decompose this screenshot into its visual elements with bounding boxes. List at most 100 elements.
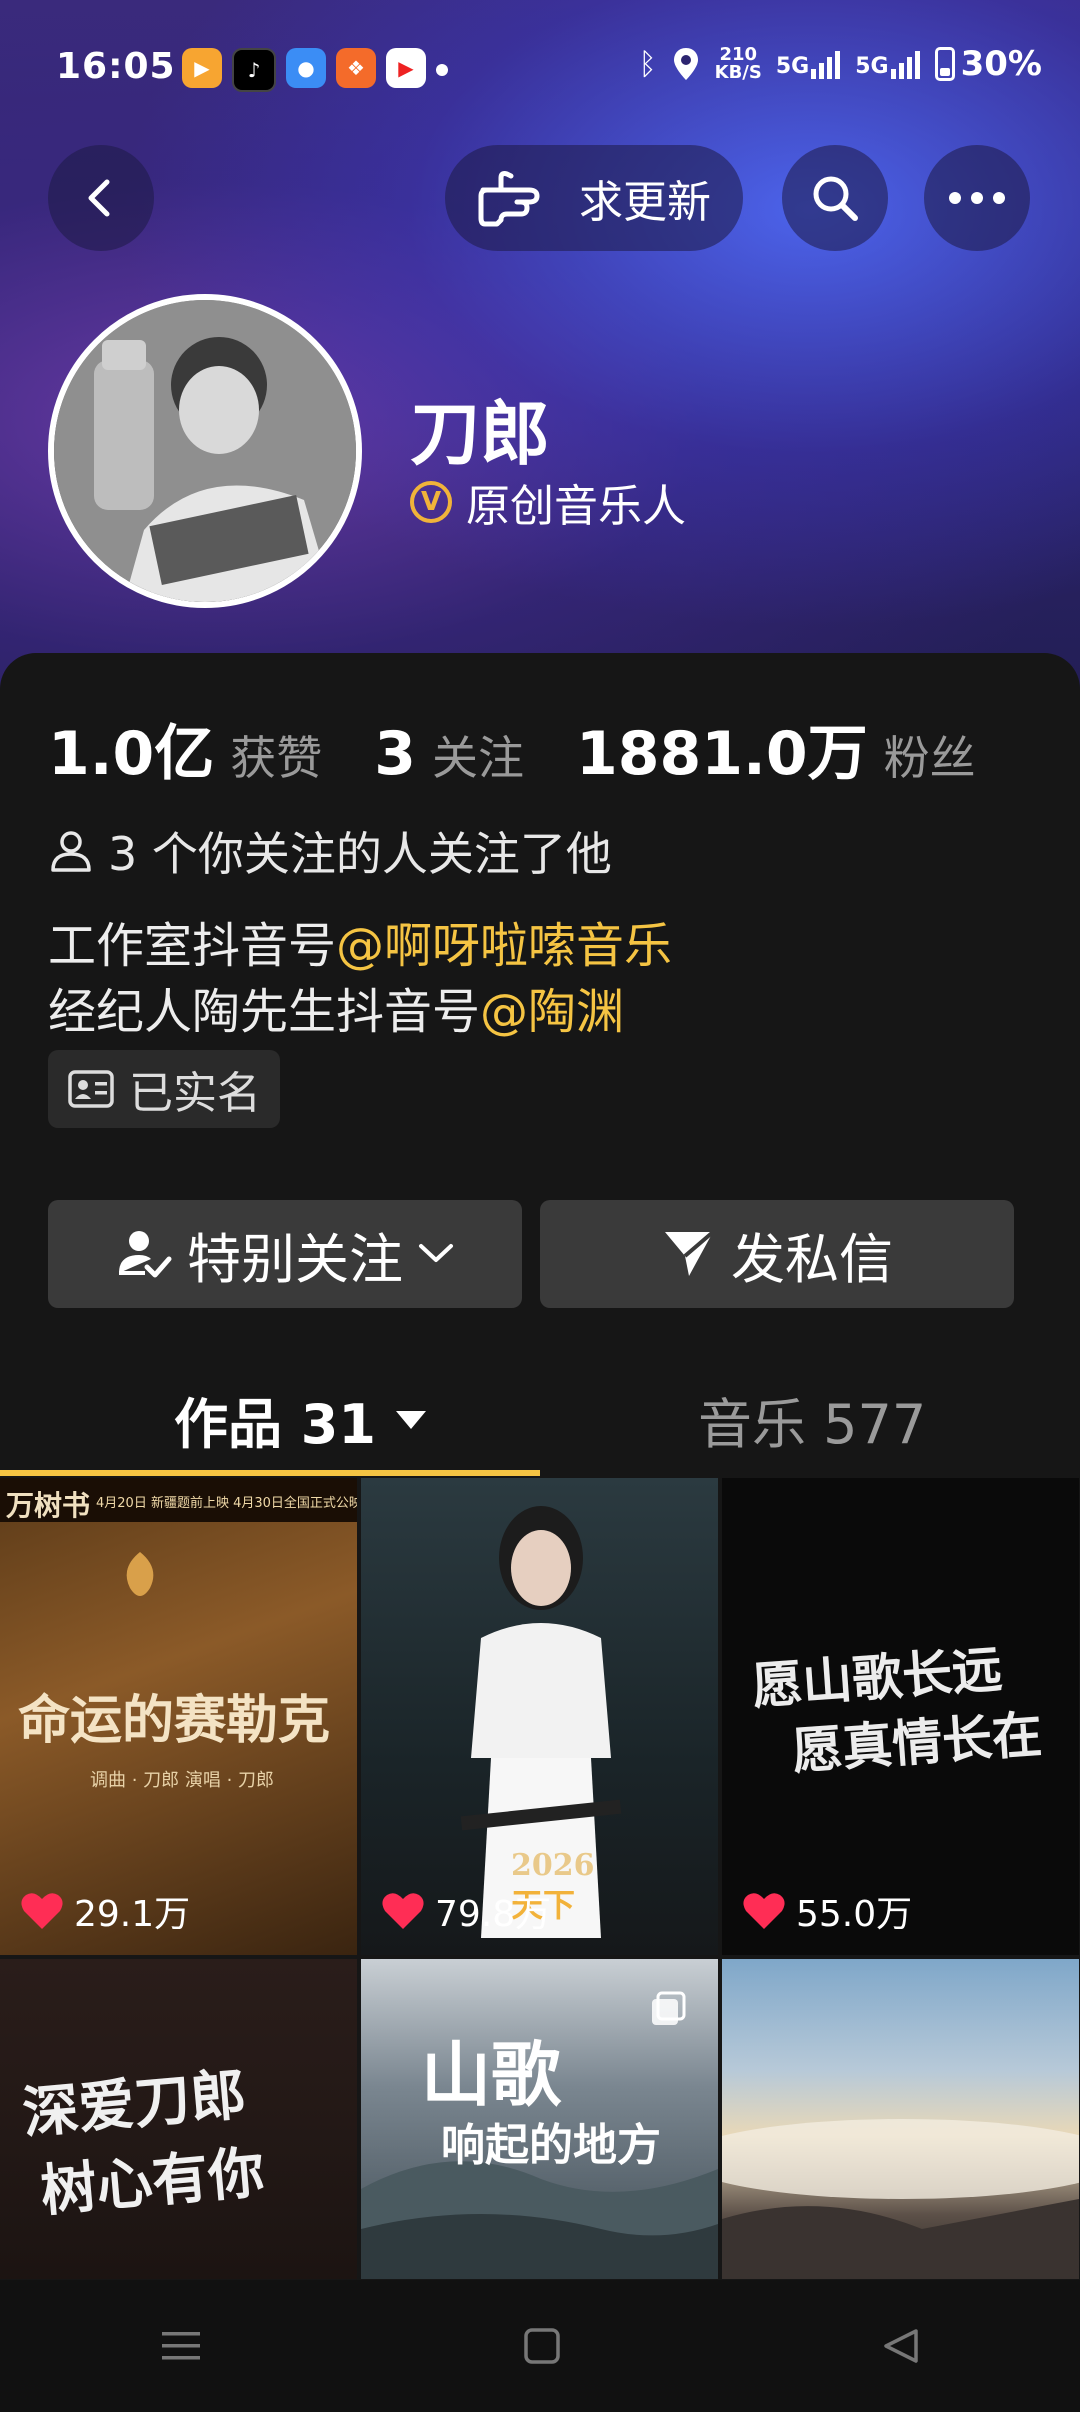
video-caption: 2026 xyxy=(511,1848,595,1883)
signal-bars-icon xyxy=(890,51,920,79)
poster-title: 万树书 xyxy=(6,1489,91,1522)
realname-label: 已实名 xyxy=(129,1068,261,1119)
bio-line-2: 经纪人陶先生抖音号@陶渊 xyxy=(48,972,624,1042)
video-caption: 命运的赛勒克 xyxy=(18,1690,331,1751)
mutual-followers[interactable]: 3 个你关注的人关注了他 xyxy=(48,818,612,884)
video-app-notification-icon: ▶ xyxy=(386,48,426,88)
signal-2: 5G xyxy=(855,49,920,79)
search-icon xyxy=(813,176,858,221)
person-check-icon xyxy=(119,1231,172,1278)
status-bar: 16:05 ▶ ♪ ● ❖ ▶ ᛒ 210 KB/S 5G 5G 30% xyxy=(0,0,1080,140)
tab-music[interactable]: 音乐 577 xyxy=(698,1380,926,1459)
more-dots-icon xyxy=(949,192,1005,204)
leaf-graphic xyxy=(126,1552,154,1596)
bio-text: 经纪人陶先生抖音号 xyxy=(48,984,481,1040)
heart-icon xyxy=(21,1893,63,1929)
back-button[interactable] xyxy=(48,145,154,251)
signal-type-label: 5G xyxy=(775,54,810,79)
profile-name: 刀郎 xyxy=(410,393,550,475)
app-notification-icon: ▶ xyxy=(182,48,222,88)
chevron-left-icon xyxy=(88,179,110,217)
following-label[interactable]: 关注 xyxy=(432,722,524,788)
special-follow-label: 特别关注 xyxy=(187,1227,403,1291)
tab-works[interactable]: 作品 31 xyxy=(174,1380,428,1459)
likes-label: 获赞 xyxy=(230,731,323,785)
status-time: 16:05 xyxy=(56,46,176,87)
video-thumbnail[interactable]: 愿山歌长远 愿真情长在 55.0万 xyxy=(722,1478,1079,1955)
followers-count[interactable]: 1881.0万 xyxy=(576,705,868,792)
video-caption: 山歌 xyxy=(421,2033,561,2116)
realname-badge: 已实名 xyxy=(48,1050,280,1128)
avatar-photo xyxy=(54,300,356,602)
special-follow-button[interactable]: 特别关注 xyxy=(48,1200,522,1308)
heart-icon xyxy=(743,1893,785,1929)
caret-down-icon xyxy=(395,1410,426,1429)
video-likes-count: 79.8万 xyxy=(435,1894,552,1935)
battery-icon xyxy=(934,47,955,81)
tiktok-notification-icon: ♪ xyxy=(232,48,276,92)
signal-bars-icon xyxy=(811,51,841,79)
network-speed: 210 KB/S xyxy=(715,46,762,82)
back-triangle-icon[interactable] xyxy=(882,2327,920,2365)
notification-icons: ▶ ♪ ● ❖ ▶ xyxy=(182,48,426,92)
multi-image-icon xyxy=(652,1991,686,2025)
bluetooth-icon: ᛒ xyxy=(638,46,657,82)
video-thumbnail[interactable]: 2026 天下 79.8万 xyxy=(361,1478,718,1955)
video-likes: 55.0万 xyxy=(742,1885,912,1937)
bio-text: 工作室抖音号 xyxy=(48,918,337,974)
send-message-button[interactable]: 发私信 xyxy=(540,1200,1014,1308)
bio-line-1: 工作室抖音号@啊呀啦嗦音乐 xyxy=(48,906,672,976)
pointing-hand-icon xyxy=(478,171,540,227)
video-grid: 万树书 4月20日 新疆题前上映 4月30日全国正式公映 命运的赛勒克 调曲 ·… xyxy=(0,1478,1080,2279)
bio-mention-link[interactable]: @啊呀啦嗦音乐 xyxy=(336,918,672,974)
profile-stats: 1.0亿 获赞 3 关注 1881.0万 粉丝 xyxy=(48,705,976,792)
id-card-icon xyxy=(68,1070,114,1108)
followers-label[interactable]: 粉丝 xyxy=(884,722,976,788)
video-thumbnail[interactable]: 山歌 响起的地方 xyxy=(361,1959,718,2279)
video-thumbnail[interactable]: 深爱刀郎 树心有你 xyxy=(0,1959,357,2279)
person-icon xyxy=(51,831,91,872)
sea-of-clouds-graphic xyxy=(722,2119,1079,2279)
send-message-label: 发私信 xyxy=(731,1227,893,1291)
battery: 30% xyxy=(934,44,1042,84)
video-thumbnail[interactable] xyxy=(722,1959,1079,2279)
following-count[interactable]: 3 xyxy=(374,719,416,789)
poster-release-note: 4月20日 新疆题前上映 4月30日全国正式公映 xyxy=(96,1496,357,1511)
more-notifications-dot xyxy=(436,64,448,76)
app-notification-icon: ❖ xyxy=(336,48,376,88)
bio-mention-link[interactable]: @陶渊 xyxy=(480,984,624,1040)
send-icon xyxy=(665,1230,715,1276)
likes-count: 1.0亿 xyxy=(48,719,215,789)
video-thumbnail[interactable]: 万树书 4月20日 新疆题前上映 4月30日全国正式公映 命运的赛勒克 调曲 ·… xyxy=(0,1478,357,1955)
tab-works-label: 作品 31 xyxy=(174,1393,376,1456)
request-update-button[interactable]: 求更新 xyxy=(445,145,743,251)
avatar[interactable] xyxy=(48,294,362,608)
heart-icon xyxy=(382,1893,424,1929)
status-indicators: ᛒ 210 KB/S 5G 5G 30% xyxy=(639,44,1042,84)
verified-v-icon: V xyxy=(410,481,452,523)
video-likes-count: 55.0万 xyxy=(796,1894,913,1935)
active-tab-indicator xyxy=(0,1470,540,1476)
video-subcaption: 调曲 · 刀郎 演唱 · 刀郎 xyxy=(90,1770,275,1791)
battery-percent: 30% xyxy=(960,44,1042,84)
verified-badge: V 原创音乐人 xyxy=(410,470,686,534)
menu-icon[interactable] xyxy=(160,2328,202,2364)
network-speed-unit: KB/S xyxy=(714,62,762,83)
location-icon xyxy=(673,48,698,80)
request-update-label: 求更新 xyxy=(579,177,711,228)
app-notification-icon: ● xyxy=(286,48,326,88)
search-button[interactable] xyxy=(782,145,888,251)
home-icon[interactable] xyxy=(523,2327,561,2365)
verified-label: 原创音乐人 xyxy=(466,481,686,532)
video-subcaption: 响起的地方 xyxy=(441,2120,661,2171)
video-likes: 79.8万 xyxy=(381,1885,551,1937)
signal-type-label: 5G xyxy=(855,54,889,79)
more-options-button[interactable] xyxy=(924,145,1030,251)
video-likes-count: 29.1万 xyxy=(74,1894,191,1935)
signal-1: 5G xyxy=(776,49,841,79)
mutual-followers-text: 3 个你关注的人关注了他 xyxy=(108,827,612,881)
system-navigation-bar xyxy=(0,2280,1080,2412)
video-likes: 29.1万 xyxy=(20,1885,190,1937)
chevron-down-icon xyxy=(419,1244,453,1262)
battery-level xyxy=(939,67,950,76)
